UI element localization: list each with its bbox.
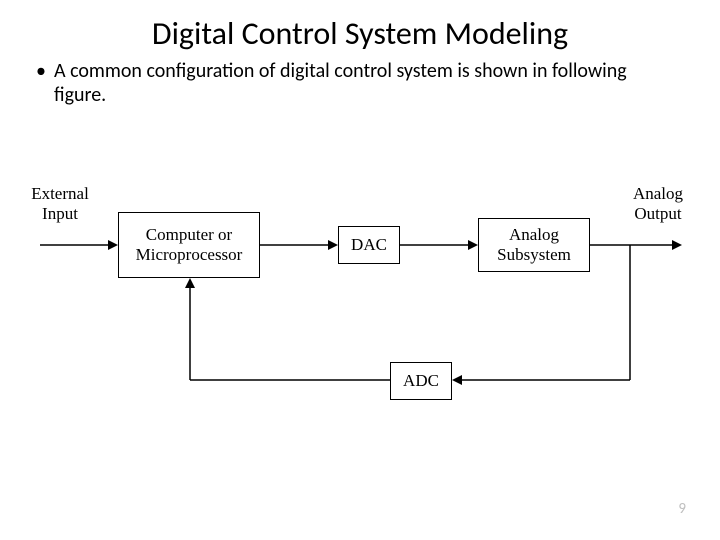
block-computer: Computer orMicroprocessor [118, 212, 260, 278]
block-diagram: ExternalInput AnalogOutput Computer orMi… [30, 170, 690, 450]
bullet-marker: • [36, 59, 54, 107]
input-label: ExternalInput [26, 184, 94, 223]
output-label: AnalogOutput [626, 184, 690, 223]
block-dac: DAC [338, 226, 400, 264]
bullet-text: A common configuration of digital contro… [54, 59, 668, 107]
block-adc: ADC [390, 362, 452, 400]
bullet-line: • A common configuration of digital cont… [0, 57, 720, 107]
page-number: 9 [678, 500, 686, 518]
slide-title: Digital Control System Modeling [0, 0, 720, 57]
block-analog: AnalogSubsystem [478, 218, 590, 272]
